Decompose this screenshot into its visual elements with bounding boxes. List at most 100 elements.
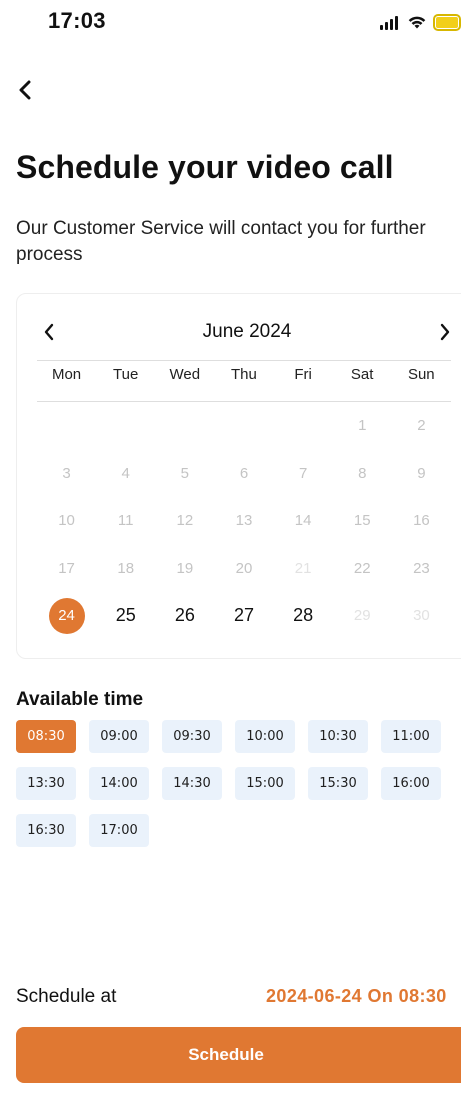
calendar-day-9: 9: [392, 450, 451, 498]
chevron-left-icon: [19, 80, 31, 100]
calendar-day-5: 5: [155, 450, 214, 498]
calendar-day-label: 11: [117, 512, 134, 530]
calendar-day-label: 13: [235, 512, 253, 530]
time-slot-1430[interactable]: 14:30: [162, 767, 222, 800]
calendar-day-label: 14: [294, 512, 312, 530]
chevron-left-icon: [44, 323, 54, 341]
time-slot-1100[interactable]: 11:00: [381, 720, 441, 753]
calendar-day-8: 8: [333, 450, 392, 498]
calendar-day-7: 7: [274, 450, 333, 498]
calendar-day-12: 12: [155, 497, 214, 545]
calendar-day-empty: [274, 402, 333, 450]
back-button[interactable]: [13, 76, 37, 104]
time-slot-0830[interactable]: 08:30: [16, 720, 76, 753]
calendar-day-label: 9: [417, 464, 426, 482]
signal-icon: [380, 16, 398, 30]
time-slot-1630[interactable]: 16:30: [16, 814, 76, 847]
weekday-sun: Sun: [407, 366, 435, 383]
calendar-day-30: 30: [392, 592, 451, 640]
status-icons: [379, 12, 461, 32]
time-slot-1330[interactable]: 13:30: [16, 767, 76, 800]
calendar-day-label: 12: [176, 512, 194, 530]
calendar-day-empty: [214, 402, 273, 450]
month-header: June 2024: [37, 316, 457, 348]
time-slot-grid: 08:30 09:00 09:30 10:00 10:30 11:00 13:30 14:00…: [16, 720, 446, 847]
weekday-mon: Mon: [51, 366, 82, 383]
time-slot-1000[interactable]: 10:00: [235, 720, 295, 753]
calendar-day-21: 21: [274, 545, 333, 593]
previous-month-button[interactable]: [37, 318, 61, 346]
calendar-day-15: 15: [333, 497, 392, 545]
time-slot-0930[interactable]: 09:30: [162, 720, 222, 753]
calendar-day-label: 8: [358, 464, 367, 482]
calendar-day-2: 2: [392, 402, 451, 450]
calendar-header-divider: [37, 360, 451, 361]
calendar-day-label: 7: [298, 464, 308, 482]
weekday-wed: Wed: [169, 366, 201, 383]
calendar-day-label: 18: [117, 559, 135, 577]
calendar-day-4: 4: [96, 450, 155, 498]
schedule-at-value: 2024-06-24 On 08:30: [266, 986, 447, 1006]
calendar-card: June 2024 Mon Tue Wed Thu Fri Sat Sun 12345678…: [16, 293, 461, 659]
calendar-day-3: 3: [37, 450, 96, 498]
calendar-day-label: 22: [353, 559, 371, 577]
time-slot-1700[interactable]: 17:00: [89, 814, 149, 847]
calendar-day-label: 26: [174, 605, 195, 626]
available-time-title: Available time: [16, 689, 144, 710]
calendar-day-label: 25: [115, 605, 136, 626]
calendar-day-26[interactable]: 26: [155, 592, 214, 640]
calendar-day-label: 6: [239, 464, 249, 482]
calendar-day-label: 27: [233, 605, 254, 626]
calendar-day-label: 20: [235, 559, 253, 577]
calendar-day-20: 20: [214, 545, 273, 593]
page-title: Schedule your video call: [16, 149, 394, 185]
calendar-day-27[interactable]: 27: [214, 592, 273, 640]
time-slot-1500[interactable]: 15:00: [235, 767, 295, 800]
calendar-day-label: 5: [180, 464, 190, 482]
next-month-button[interactable]: [433, 318, 457, 346]
time-slot-1530[interactable]: 15:30: [308, 767, 368, 800]
time-slot-0900[interactable]: 09:00: [89, 720, 149, 753]
calendar-day-24[interactable]: 24: [37, 592, 96, 640]
calendar-day-14: 14: [274, 497, 333, 545]
battery-level: [436, 16, 458, 28]
calendar-day-label: 4: [121, 464, 130, 482]
calendar-day-28[interactable]: 28: [274, 592, 333, 640]
calendar-day-1: 1: [333, 402, 392, 450]
calendar-day-19: 19: [155, 545, 214, 593]
calendar-day-29: 29: [333, 592, 392, 640]
calendar-day-6: 6: [214, 450, 273, 498]
calendar-day-label: 24: [48, 597, 85, 634]
calendar-day-label: 19: [176, 559, 194, 577]
time-slot-1030[interactable]: 10:30: [308, 720, 368, 753]
weekday-sat: Sat: [350, 366, 374, 383]
calendar-day-label: 16: [413, 512, 430, 530]
calendar-day-empty: [96, 402, 155, 450]
calendar-day-25[interactable]: 25: [96, 592, 155, 640]
time-slot-1400[interactable]: 14:00: [89, 767, 149, 800]
days-grid: 1 2 3 4 5 6 7 8 9 10 11 12 13 14 15 16 17 18 19 20 21 22 23 24 2…: [37, 402, 451, 640]
page-subtitle: Our Customer Service will contact you fo…: [16, 218, 426, 265]
calendar-day-23: 23: [392, 545, 451, 593]
calendar-day-13: 13: [214, 497, 273, 545]
schedule-at-label: Schedule at: [16, 986, 117, 1007]
time-slot-1600[interactable]: 16:00: [381, 767, 441, 800]
calendar-day-label: 23: [413, 559, 430, 577]
weekday-tue: Tue: [113, 366, 139, 383]
schedule-button[interactable]: Schedule: [16, 1027, 461, 1083]
calendar-day-label: 21: [294, 559, 312, 577]
calendar-day-label: 15: [353, 512, 371, 530]
status-bar: 17:03: [0, 0, 461, 44]
calendar-day-empty: [37, 402, 96, 450]
calendar-day-label: 29: [353, 607, 371, 625]
calendar-day-18: 18: [96, 545, 155, 593]
calendar-day-label: 2: [417, 417, 426, 435]
calendar-day-label: 30: [413, 607, 430, 625]
calendar-day-17: 17: [37, 545, 96, 593]
month-label: June 2024: [202, 321, 292, 342]
calendar-day-label: 3: [62, 464, 71, 482]
weekday-row: Mon Tue Wed Thu Fri Sat Sun: [37, 362, 451, 388]
chevron-right-icon: [440, 323, 450, 341]
status-time: 17:03: [48, 8, 106, 33]
calendar-day-22: 22: [333, 545, 392, 593]
